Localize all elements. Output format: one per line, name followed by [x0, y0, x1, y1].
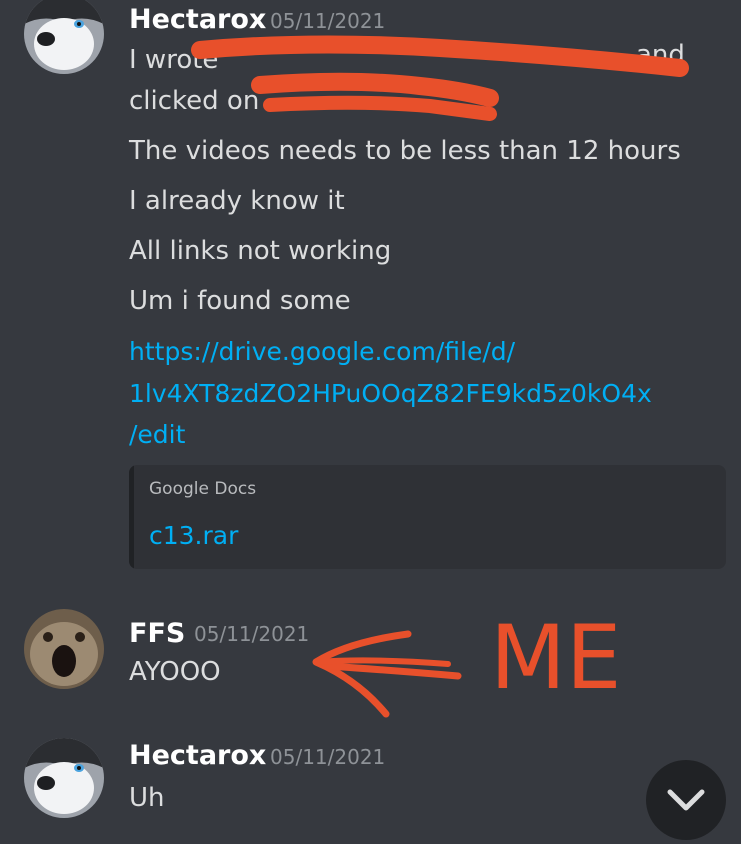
embed-title-link[interactable]: c13.rar [149, 521, 238, 550]
message-line: All links not working [129, 236, 392, 266]
message-line: Um i found some [129, 286, 351, 316]
message-author[interactable]: FFS [129, 618, 185, 649]
message-timestamp: 05/11/2021 [194, 622, 310, 646]
message-line: I already know it [129, 186, 345, 216]
message-line: Uh [129, 783, 165, 813]
annotation-text: ME [490, 606, 622, 709]
link-embed: Google Docs c13.rar [129, 465, 726, 569]
annotation-arrow: ME [312, 606, 622, 718]
message-author[interactable]: Hectarox [129, 740, 266, 771]
drive-link-line[interactable]: 1lv4XT8zdZO2HPuOOqZ82FE9kd5z0kO4x [129, 379, 652, 408]
message-line: AYOOO [129, 657, 221, 687]
cat-avatar[interactable] [24, 609, 104, 689]
message-line: The videos needs to be less than 12 hour… [129, 136, 681, 166]
scroll-to-bottom-button[interactable] [646, 760, 726, 840]
husky-avatar[interactable] [24, 738, 104, 818]
chevron-down-icon [667, 789, 705, 811]
embed-provider: Google Docs [149, 479, 257, 499]
drive-link-line[interactable]: https://drive.google.com/file/d/ [129, 337, 515, 366]
message-timestamp: 05/11/2021 [270, 745, 386, 769]
embed-accent-bar [129, 465, 134, 569]
drive-link-line[interactable]: /edit [129, 420, 185, 449]
redaction-scribble [191, 35, 689, 121]
husky-avatar[interactable] [24, 0, 104, 74]
